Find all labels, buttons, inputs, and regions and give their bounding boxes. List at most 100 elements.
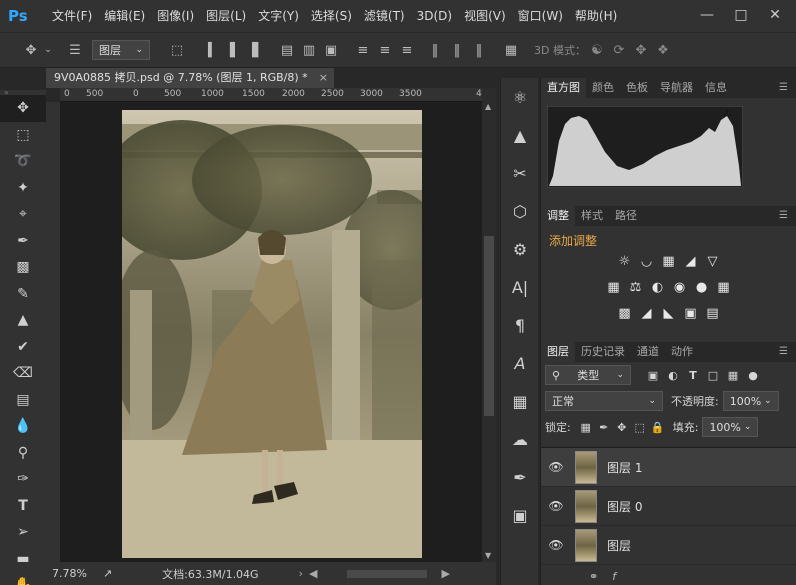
warning-icon[interactable]: ⚠ [723,108,732,119]
3d-roll-icon[interactable]: ⟳ [608,39,630,61]
filter-toggle-icon[interactable]: ● [743,369,763,382]
tab-adjustments[interactable]: 调整 [541,206,575,226]
eye-icon[interactable]: 👁 [541,538,571,552]
menu-item-3d[interactable]: 3D(D) [411,0,458,32]
align-left-icon[interactable]: ▤ [276,39,298,61]
minimize-icon[interactable]: — [694,4,720,26]
hand-tool-icon[interactable]: ✋ [0,572,46,585]
invert-icon[interactable]: ▩ [617,305,633,321]
layer-name[interactable]: 图层 [607,537,631,554]
tab-actions[interactable]: 动作 [665,342,699,362]
tab-navigator[interactable]: 导航器 [654,78,699,98]
clone-stamp-tool-icon[interactable]: ▲ [0,307,46,334]
magic-wand-tool-icon[interactable]: ✦ [0,175,46,202]
distribute-bottom-icon[interactable]: ≡ [396,39,418,61]
lock-artboard-icon[interactable]: ⬚ [631,421,649,434]
menu-item-help[interactable]: 帮助(H) [569,0,623,32]
libraries-icon[interactable]: ☁ [501,420,539,458]
color-lookup-icon[interactable]: ▦ [716,279,732,295]
eye-icon[interactable]: 👁 [541,460,571,474]
history-brush-tool-icon[interactable]: ✔ [0,334,46,361]
tab-histogram[interactable]: 直方图 [541,78,586,98]
photo-filter-icon[interactable]: ◉ [672,279,688,295]
menu-item-window[interactable]: 窗口(W) [512,0,569,32]
character-icon[interactable]: A| [501,268,539,306]
color-balance-icon[interactable]: ⚖ [628,279,644,295]
align-hcenter-icon[interactable]: ▥ [298,39,320,61]
brush-tool-icon[interactable]: ✎ [0,281,46,308]
menu-item-select[interactable]: 选择(S) [305,0,358,32]
filter-smart-object-icon[interactable]: ▦ [723,369,743,382]
align-vcenter-icon[interactable]: ▌ [224,39,246,61]
fill-field[interactable]: 100% ⌄ [702,417,759,437]
crop-tool-icon[interactable]: ⌖ [0,201,46,228]
3d-orbit-icon[interactable]: ☯ [586,39,608,61]
link-layers-icon[interactable]: ⚭ [589,570,598,583]
close-tab-icon[interactable]: × [319,68,328,88]
tab-paths[interactable]: 路径 [609,206,643,226]
panel-menu-icon[interactable]: ☰ [779,82,788,93]
menu-item-filter[interactable]: 滤镜(T) [358,0,411,32]
lasso-tool-icon[interactable]: ➰ [0,148,46,175]
layer-style-icon[interactable]: f [612,570,616,583]
exposure-icon[interactable]: ◢ [683,253,699,269]
3d-pan-icon[interactable]: ✥ [630,39,652,61]
maximize-icon[interactable]: □ [728,4,754,26]
panel-menu-icon[interactable]: ☰ [779,210,788,221]
lock-image-icon[interactable]: ✒ [595,421,613,434]
lock-position-icon[interactable]: ✥ [613,421,631,434]
distribute-left-icon[interactable]: ‖ [424,39,446,61]
character-styles-icon[interactable]: ▦ [501,382,539,420]
menu-item-edit[interactable]: 编辑(E) [98,0,151,32]
tab-color[interactable]: 颜色 [586,78,620,98]
filter-adjustment-icon[interactable]: ◐ [663,369,683,382]
move-tool-icon[interactable]: ✥ [0,95,46,122]
blend-mode-dropdown[interactable]: 正常 ⌄ [545,391,663,411]
levels-icon[interactable]: ◡ [639,253,655,269]
close-window-icon[interactable]: ✕ [762,4,788,26]
marquee-tool-icon[interactable]: ⬚ [0,122,46,149]
canvas-area[interactable] [60,102,482,562]
tab-swatches[interactable]: 色板 [620,78,654,98]
filter-pixel-icon[interactable]: ▣ [643,369,663,382]
3d-slide-icon[interactable]: ❖ [652,39,674,61]
panel-menu-icon[interactable]: ☰ [779,346,788,357]
scroll-thumb[interactable] [484,236,494,416]
tab-styles[interactable]: 样式 [575,206,609,226]
distribute-hcenter-icon[interactable]: ‖ [446,39,468,61]
tab-channels[interactable]: 通道 [631,342,665,362]
zoom-level[interactable]: 7.78% [52,567,87,580]
pen-tool-icon[interactable]: ✑ [0,466,46,493]
move-tool-icon[interactable]: ✥ [20,39,42,61]
auto-align-icon[interactable]: ▦ [500,39,522,61]
menu-item-layer[interactable]: 图层(L) [200,0,252,32]
export-icon[interactable]: ↗ [103,567,112,580]
align-bottom-icon[interactable]: ▋ [246,39,268,61]
brightness-contrast-icon[interactable]: ☼ [617,253,633,269]
menu-item-type[interactable]: 文字(Y) [252,0,305,32]
3d-panel-icon[interactable]: ⬡ [501,192,539,230]
menu-item-view[interactable]: 视图(V) [458,0,512,32]
tool-presets-icon[interactable]: ✂ [501,154,539,192]
distribute-right-icon[interactable]: ‖ [468,39,490,61]
clone-source-icon[interactable]: ▲ [501,116,539,154]
menu-item-file[interactable]: 文件(F) [46,0,98,32]
filter-type-icon[interactable]: T [683,369,703,382]
tab-layers[interactable]: 图层 [541,342,575,362]
posterize-icon[interactable]: ◢ [639,305,655,321]
tab-history[interactable]: 历史记录 [575,342,631,362]
hue-saturation-icon[interactable]: ▦ [606,279,622,295]
auto-select-icon[interactable]: ☰ [64,39,86,61]
path-selection-tool-icon[interactable]: ➢ [0,519,46,546]
lock-all-icon[interactable]: 🔒 [649,421,667,434]
align-top-icon[interactable]: ▍ [202,39,224,61]
horizontal-scroll-thumb[interactable] [347,569,428,578]
layer-name[interactable]: 图层 1 [607,459,642,476]
opacity-field[interactable]: 100% ⌄ [722,391,779,411]
eye-icon[interactable]: 👁 [541,499,571,513]
blur-tool-icon[interactable]: 💧 [0,413,46,440]
selective-color-icon[interactable]: ▣ [683,305,699,321]
channel-mixer-icon[interactable]: ● [694,279,710,295]
tab-info[interactable]: 信息 [699,78,733,98]
distribute-top-icon[interactable]: ≡ [352,39,374,61]
